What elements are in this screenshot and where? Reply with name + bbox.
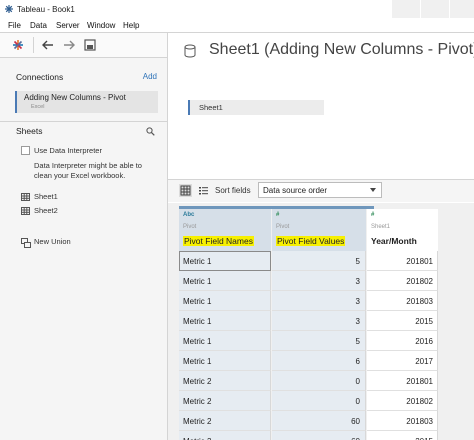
table-cell[interactable]: 2016 xyxy=(367,331,438,351)
table-cell[interactable]: 201802 xyxy=(367,391,438,411)
table-cell[interactable]: 3 xyxy=(272,291,366,311)
table-cell[interactable]: 5 xyxy=(272,331,366,351)
table-cell[interactable]: Metric 2 xyxy=(179,391,271,411)
sheets-divider xyxy=(0,121,167,122)
new-union-icon xyxy=(21,238,31,248)
table-cell[interactable]: Metric 1 xyxy=(179,311,271,331)
column-source: Sheet1 xyxy=(371,224,391,230)
search-icon[interactable] xyxy=(146,127,155,136)
minimize-button[interactable] xyxy=(392,0,420,18)
connections-heading: Connections xyxy=(16,72,64,82)
menu-bar: File Data Server Window Help xyxy=(0,20,474,32)
table-cell[interactable]: 3 xyxy=(272,271,366,291)
data-interpreter-label: Use Data Interpreter xyxy=(34,146,102,155)
number-type-icon[interactable]: # xyxy=(371,212,374,218)
sheet-item-sheet2[interactable]: Sheet2 xyxy=(34,206,58,215)
table-cell[interactable]: 201803 xyxy=(367,411,438,431)
sheet-table-icon xyxy=(21,193,30,201)
connection-name: Adding New Columns - Pivot xyxy=(24,93,126,102)
join-canvas: Sheet1 (Adding New Columns - Pivot) Shee… xyxy=(168,33,474,179)
data-interpreter-checkbox[interactable] xyxy=(21,146,30,155)
title-bar: Tableau - Book1 xyxy=(0,0,474,20)
table-cell[interactable]: 60 xyxy=(272,431,366,440)
table-cell[interactable]: Metric 1 xyxy=(179,271,271,291)
data-source-sidebar: Connections Add Adding New Columns - Piv… xyxy=(0,58,167,440)
toolbar-separator xyxy=(33,37,34,53)
column-header-pivot-field-names[interactable]: Abc Pivot Pivot Field Names xyxy=(179,209,271,251)
sheet-table-icon xyxy=(21,207,30,215)
table-cell[interactable]: 201802 xyxy=(367,271,438,291)
new-union-item[interactable]: New Union xyxy=(34,237,71,246)
list-view-icon[interactable] xyxy=(197,184,210,197)
sort-fields-value: Data source order xyxy=(263,186,328,195)
sheet-item-sheet1[interactable]: Sheet1 xyxy=(34,192,58,201)
back-arrow-icon[interactable] xyxy=(41,38,55,52)
maximize-button[interactable] xyxy=(421,0,449,18)
menu-file[interactable]: File xyxy=(8,21,21,30)
column-name: Pivot Field Values xyxy=(276,236,346,246)
start-page-icon[interactable] xyxy=(11,38,25,52)
table-cell[interactable]: 201801 xyxy=(367,251,438,271)
connection-item[interactable]: Adding New Columns - Pivot Excel xyxy=(15,91,158,113)
row-header-column xyxy=(168,203,179,440)
data-interpreter-hint: Data Interpreter might be able to xyxy=(34,161,142,170)
data-grid: Abc Pivot Pivot Field Names # Pivot Pivo… xyxy=(168,203,474,440)
table-cell[interactable]: 0 xyxy=(272,391,366,411)
menu-data[interactable]: Data xyxy=(30,21,47,30)
menu-window[interactable]: Window xyxy=(87,21,115,30)
toolbar xyxy=(0,33,167,57)
window-title: Tableau - Book1 xyxy=(17,5,75,14)
data-interpreter-hint-2: clean your Excel workbook. xyxy=(34,171,126,180)
table-cell[interactable]: Metric 1 xyxy=(179,351,271,371)
menu-help[interactable]: Help xyxy=(123,21,139,30)
string-type-icon[interactable]: Abc xyxy=(183,212,194,218)
grid-view-icon[interactable] xyxy=(179,184,192,197)
sort-fields-select[interactable]: Data source order xyxy=(258,182,382,198)
connection-type: Excel xyxy=(31,104,45,110)
column-name: Pivot Field Names xyxy=(183,236,254,246)
table-cell[interactable]: 6 xyxy=(272,351,366,371)
chevron-down-icon xyxy=(370,188,376,192)
table-cell[interactable]: 201803 xyxy=(367,291,438,311)
column-name: Year/Month xyxy=(371,236,417,246)
column-header-year-month[interactable]: # Sheet1 Year/Month xyxy=(367,209,438,251)
column-source: Pivot xyxy=(183,224,197,230)
database-icon xyxy=(184,44,196,58)
table-cell[interactable]: 2017 xyxy=(367,351,438,371)
table-cell[interactable]: 0 xyxy=(272,371,366,391)
close-button[interactable] xyxy=(450,0,474,18)
table-cell[interactable]: Metric 1 xyxy=(179,251,271,271)
canvas-sheet-label: Sheet1 xyxy=(199,103,223,112)
table-cell[interactable]: Metric 2 xyxy=(179,431,271,440)
menu-server[interactable]: Server xyxy=(56,21,80,30)
table-cell[interactable]: 3 xyxy=(272,311,366,331)
canvas-sheet-table[interactable]: Sheet1 xyxy=(188,100,324,115)
number-type-icon[interactable]: # xyxy=(276,212,279,218)
table-cell[interactable]: Metric 2 xyxy=(179,371,271,391)
column-source: Pivot xyxy=(276,224,290,230)
forward-arrow-icon[interactable] xyxy=(62,38,76,52)
grid-toolbar: Sort fields Data source order xyxy=(168,180,474,202)
save-icon[interactable] xyxy=(83,38,97,52)
table-cell[interactable]: 5 xyxy=(272,251,366,271)
sheets-heading: Sheets xyxy=(16,126,43,136)
table-cell[interactable]: 2015 xyxy=(367,431,438,440)
table-cell[interactable]: 60 xyxy=(272,411,366,431)
table-cell[interactable]: Metric 1 xyxy=(179,291,271,311)
table-cell[interactable]: Metric 1 xyxy=(179,331,271,351)
table-cell[interactable]: Metric 2 xyxy=(179,411,271,431)
column-header-pivot-field-values[interactable]: # Pivot Pivot Field Values xyxy=(272,209,366,251)
add-connection-link[interactable]: Add xyxy=(143,72,157,81)
table-cell[interactable]: 2015 xyxy=(367,311,438,331)
table-cell[interactable]: 201801 xyxy=(367,371,438,391)
sort-fields-label: Sort fields xyxy=(215,186,251,195)
tableau-logo-icon xyxy=(5,5,13,13)
data-source-title[interactable]: Sheet1 (Adding New Columns - Pivot) xyxy=(209,41,474,59)
